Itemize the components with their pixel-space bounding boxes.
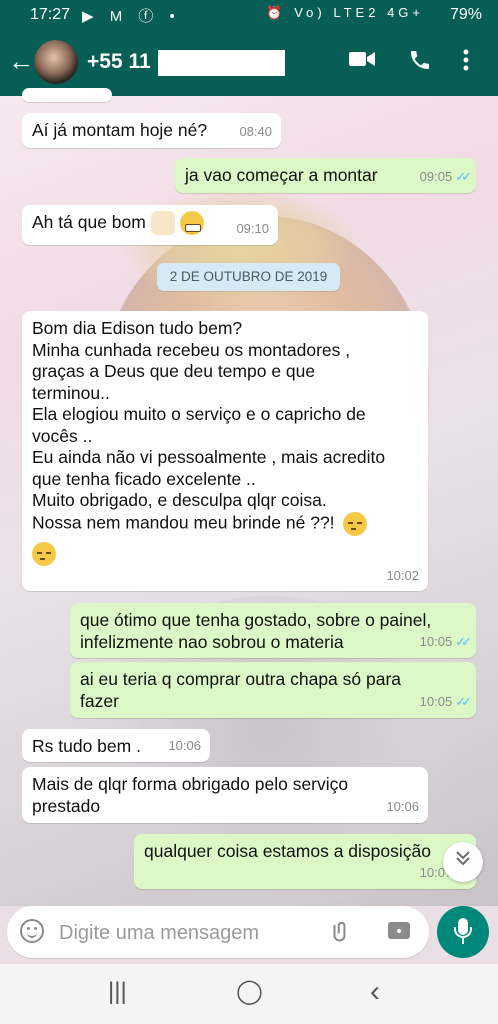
- microphone-base: [462, 938, 464, 944]
- sleepy-face-emoji-icon: [32, 541, 56, 566]
- message-text: Bom dia Edison tudo bem? Minha cunhada r…: [32, 318, 386, 533]
- message-bubble-incoming[interactable]: Ah tá que bom 09:10: [22, 205, 278, 245]
- date-divider: 2 DE OUTUBRO DE 2019: [157, 263, 340, 291]
- paperclip-icon[interactable]: [325, 914, 360, 949]
- message-bubble-outgoing[interactable]: qualquer coisa estamos a disposição 10:0…: [134, 834, 476, 889]
- system-nav-bar: ||| ◯ ‹: [0, 964, 498, 1024]
- message-composer: [7, 906, 429, 958]
- nav-back-icon[interactable]: ‹: [370, 977, 380, 1007]
- message-meta: 10:05 ✓✓: [419, 631, 472, 653]
- message-time: 08:40: [239, 124, 272, 139]
- message-text: Rs tudo bem .: [32, 736, 141, 756]
- recent-apps-icon[interactable]: |||: [108, 980, 127, 1004]
- message-text: Ah tá que bom: [32, 212, 146, 232]
- message-time: 10:05: [419, 634, 453, 649]
- sleepy-face-emoji-icon: [343, 511, 368, 536]
- message-time: 10:06: [386, 799, 419, 814]
- read-receipt-icon: ✓✓: [455, 169, 472, 184]
- voice-message-button[interactable]: [437, 906, 489, 958]
- message-bubble-outgoing[interactable]: ai eu teria q comprar outra chapa só par…: [70, 662, 476, 718]
- video-call-icon[interactable]: [348, 48, 376, 76]
- redacted-number-box: [158, 50, 285, 76]
- status-time: 17:27: [30, 6, 71, 23]
- message-text: Mais de qlqr forma obrigado pelo serviço…: [32, 774, 349, 816]
- double-chevron-down-icon: [454, 851, 472, 871]
- phone-call-icon[interactable]: [408, 48, 432, 78]
- message-time: 09:05: [419, 169, 453, 184]
- contact-name[interactable]: +55 11: [87, 50, 151, 74]
- message-text: ai eu teria q comprar outra chapa só par…: [80, 669, 402, 711]
- message-text: Aí já montam hoje né?: [32, 120, 208, 140]
- message-bubble-incoming[interactable]: Mais de qlqr forma obrigado pelo serviço…: [22, 767, 428, 823]
- message-bubble-outgoing[interactable]: ja vao começar a montar 09:05 ✓✓: [175, 158, 476, 193]
- read-receipt-icon: ✓✓: [455, 634, 472, 649]
- message-bubble-incoming[interactable]: Aí já montam hoje né? 08:40: [22, 113, 281, 148]
- emoji-line: [32, 541, 418, 566]
- signal-icons: ⏰ Vo) LTE2 4G+: [266, 5, 424, 20]
- message-text: que ótimo que tenha gostado, sobre o pai…: [80, 610, 432, 652]
- message-time: 09:10: [236, 221, 269, 236]
- message-meta: 10:05 ✓✓: [419, 691, 472, 713]
- notification-icons: ▶ M ⓕ •: [82, 8, 181, 25]
- contact-avatar[interactable]: [34, 40, 78, 84]
- microphone-stand: [454, 927, 472, 938]
- message-bubble-partial: [22, 88, 112, 102]
- scroll-to-bottom-button[interactable]: [443, 842, 483, 882]
- chat-header: ← +55 11: [0, 30, 498, 96]
- grimacing-face-emoji-icon: [179, 211, 204, 236]
- status-bar: 17:27 ▶ M ⓕ • ⏰ Vo) LTE2 4G+ 79%: [0, 0, 498, 30]
- back-arrow-icon[interactable]: ←: [8, 48, 34, 74]
- message-bubble-incoming[interactable]: Rs tudo bem . 10:06: [22, 729, 210, 762]
- home-icon[interactable]: ◯: [236, 980, 263, 1004]
- battery-level: 79%: [449, 6, 482, 23]
- read-receipt-icon: ✓✓: [455, 694, 472, 709]
- more-options-icon[interactable]: [462, 48, 470, 78]
- message-text: ja vao começar a montar: [185, 165, 378, 185]
- message-bubble-incoming[interactable]: Bom dia Edison tudo bem? Minha cunhada r…: [22, 311, 428, 591]
- message-meta: 09:05 ✓✓: [419, 166, 472, 188]
- message-time: 10:02: [386, 567, 419, 583]
- camera-icon[interactable]: [388, 922, 410, 939]
- emoji-picker-icon[interactable]: [20, 919, 44, 943]
- message-input[interactable]: [57, 918, 301, 948]
- message-time: 10:05: [419, 694, 453, 709]
- message-time: 10:06: [168, 738, 201, 753]
- message-bubble-outgoing[interactable]: que ótimo que tenha gostado, sobre o pai…: [70, 603, 476, 658]
- raised-hands-emoji-icon: [150, 211, 175, 236]
- message-text: qualquer coisa estamos a disposição: [144, 841, 431, 861]
